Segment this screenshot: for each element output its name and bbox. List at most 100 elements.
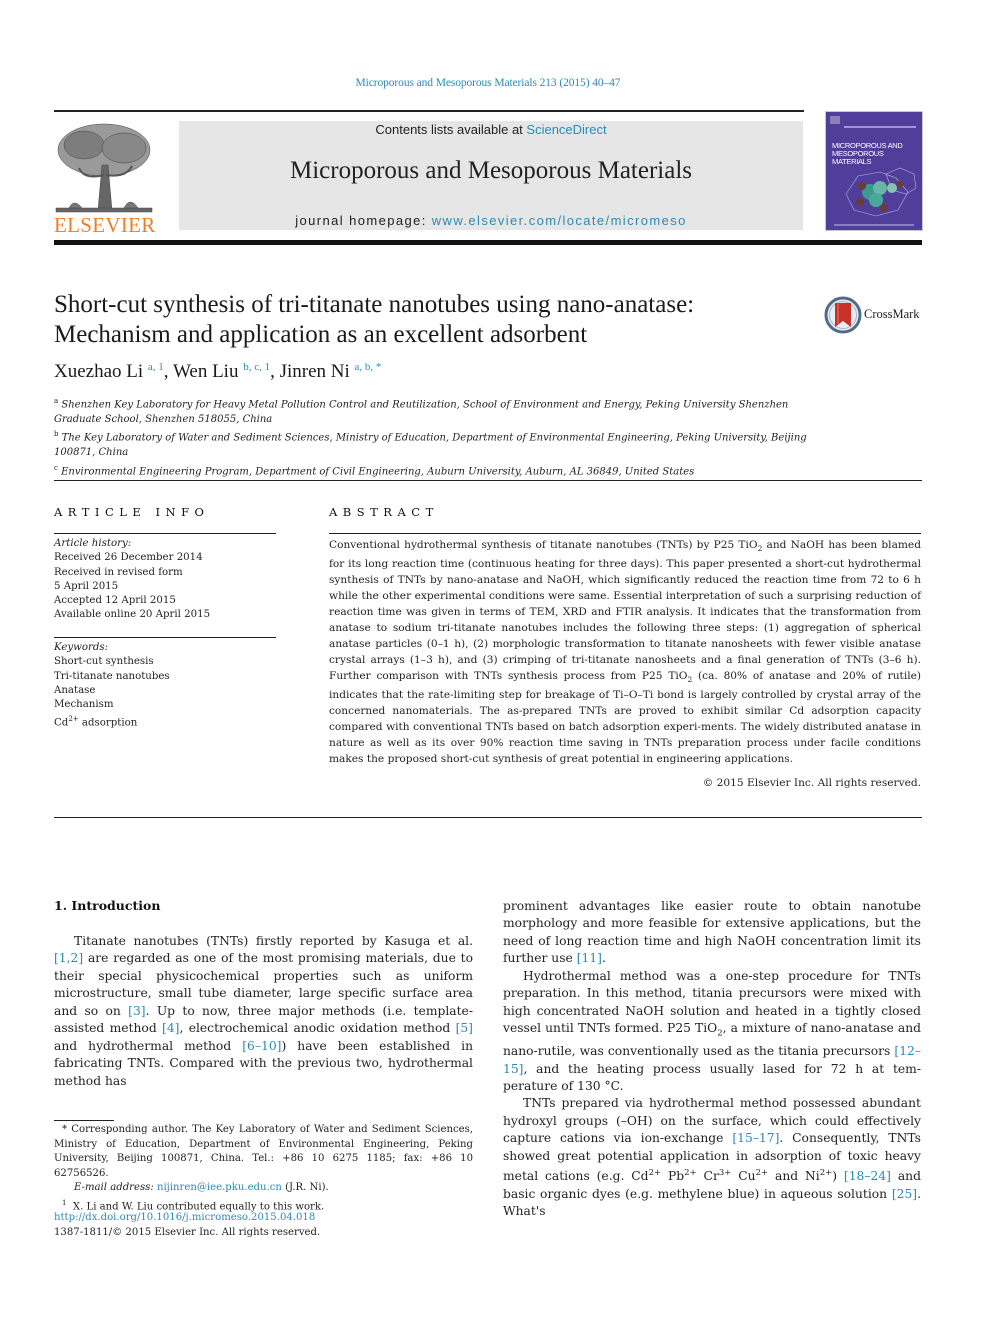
article-info-divider <box>54 533 276 534</box>
article-title-line2: Mechanism and application as an excellen… <box>54 321 588 348</box>
text: and hydrothermal method <box>54 1038 243 1053</box>
text: . <box>601 951 606 966</box>
citation-link[interactable]: [1,2] <box>54 951 83 965</box>
author-name[interactable]: Xuezhao Li <box>54 361 143 382</box>
corresponding-author-note: * Corresponding author. The Key Laborato… <box>54 1123 473 1181</box>
keyword-rest: adsorption <box>78 717 138 729</box>
email-label: E-mail address: <box>74 1182 157 1194</box>
citation-link[interactable]: [25] <box>892 1187 917 1201</box>
citation-link[interactable]: [5] <box>456 1021 473 1035</box>
affiliation-text: Shenzhen Key Laboratory for Heavy Metal … <box>54 399 789 425</box>
email-note: E-mail address: nijinren@iee.pku.edu.cn … <box>54 1181 473 1196</box>
email-link[interactable]: nijinren@iee.pku.edu.cn <box>157 1182 282 1193</box>
abstract-heading: ABSTRACT <box>329 505 439 519</box>
article-title-line1: Short-cut synthesis of tri-titanate nano… <box>54 291 695 318</box>
superscript: 2+ <box>684 1168 697 1179</box>
keyword-superscript: 2+ <box>68 715 79 724</box>
footnote-mark: 1 <box>62 1198 67 1207</box>
body-column-left: Titanate nanotubes (TNTs) firstly report… <box>54 933 473 1090</box>
contents-line: Contents lists available at ScienceDirec… <box>179 122 803 137</box>
citation-link[interactable]: [15–17] <box>732 1131 779 1145</box>
paragraph: prominent advantages like easier route t… <box>503 898 921 968</box>
homepage-prefix: journal homepage: <box>295 213 432 228</box>
cover-title: MICROPOROUS AND MESOPOROUS MATERIALS <box>832 142 918 166</box>
cover-footer-bar <box>834 224 914 226</box>
sciencedirect-link[interactable]: ScienceDirect <box>526 122 606 137</box>
author-name[interactable]: Jinren Ni <box>280 361 350 382</box>
header-rule <box>54 110 804 112</box>
author-list: Xuezhao Li a, 1, Wen Liu b, c, 1, Jinren… <box>54 361 381 383</box>
author-affiliation-marks[interactable]: b, c, 1 <box>243 361 270 373</box>
citation-link[interactable]: [18–24] <box>844 1169 891 1183</box>
journal-cover-image[interactable]: MICROPOROUS AND MESOPOROUS MATERIALS <box>826 112 922 230</box>
abstract-end-divider <box>54 817 922 818</box>
author-affiliation-marks[interactable]: a, 1 <box>148 361 164 373</box>
journal-homepage-link[interactable]: www.elsevier.com/locate/micromeso <box>432 213 687 228</box>
keyword: Tri-titanate nanotubes <box>54 670 170 682</box>
history-item: Available online 20 April 2015 <box>54 609 211 621</box>
author-separator: , <box>163 361 173 382</box>
text: Titanate nanotubes (TNTs) firstly report… <box>74 934 473 948</box>
text: ) <box>832 1169 844 1184</box>
text: Pb <box>661 1169 685 1184</box>
journal-title: Microporous and Mesoporous Materials <box>289 157 692 184</box>
author-separator: , <box>270 361 280 382</box>
citation-link[interactable]: [4] <box>162 1021 179 1035</box>
footnote-divider <box>54 1120 114 1121</box>
superscript: 2+ <box>648 1168 662 1179</box>
cover-molecule-icon <box>845 167 917 217</box>
body-column-right: prominent advantages like easier route t… <box>503 898 921 1221</box>
text: Cr <box>696 1169 719 1184</box>
abstract-part: (ca. 80% of anatase and 20% of rutile) i… <box>329 669 921 765</box>
keyword: Short-cut synthesis <box>54 656 154 668</box>
citation-link[interactable]: [6–10] <box>242 1039 281 1053</box>
journal-reference[interactable]: Microporous and Mesoporous Materials 213… <box>0 77 976 89</box>
journal-masthead: Contents lists available at ScienceDirec… <box>179 121 803 230</box>
history-label: Article history: <box>54 538 132 549</box>
author-affiliation-marks[interactable]: a, b, * <box>355 361 382 373</box>
abstract-part: and NaOH has been blamed for its long re… <box>329 539 921 682</box>
text: and Ni <box>768 1169 820 1184</box>
affiliation: b The Key Laboratory of Water and Sedime… <box>54 427 814 460</box>
text: , and the heating process usually lased … <box>503 1061 921 1093</box>
contents-prefix: Contents lists available at <box>375 122 527 137</box>
author-name[interactable]: Wen Liu <box>173 361 238 382</box>
issn-copyright: 1387-1811/© 2015 Elsevier Inc. All right… <box>54 1226 321 1238</box>
text: , electrochemical anodic oxidation metho… <box>179 1021 456 1036</box>
footnotes: * Corresponding author. The Key Laborato… <box>54 1123 473 1215</box>
affiliation-mark: c <box>54 463 58 472</box>
citation-link[interactable]: [3] <box>128 1004 145 1018</box>
cover-subtitle-bar <box>844 126 916 128</box>
introduction-heading: 1. Introduction <box>54 898 161 913</box>
crossmark-button[interactable]: CrossMark <box>824 296 924 336</box>
abstract-divider <box>329 533 921 534</box>
copyright-notice: © 2015 Elsevier Inc. All rights reserved… <box>702 777 921 789</box>
citation-link[interactable]: [11] <box>577 951 602 965</box>
elsevier-wordmark: ELSEVIER <box>54 213 156 237</box>
article-info-heading: ARTICLE INFO <box>54 505 210 519</box>
footnote-text: * Corresponding author. The Key Laborato… <box>54 1124 473 1179</box>
affiliation: a Shenzhen Key Laboratory for Heavy Meta… <box>54 394 814 427</box>
paragraph: Hydrothermal method was a one-step proce… <box>503 968 921 1096</box>
abstract-part: Conventional hydrothermal synthesis of t… <box>329 539 758 551</box>
header-thick-rule <box>54 240 922 245</box>
paragraph: TNTs prepared via hydrothermal method po… <box>503 1095 921 1220</box>
affiliation: c Environmental Engineering Program, Dep… <box>54 461 814 480</box>
history-item: Received 26 December 2014 <box>54 552 203 564</box>
superscript: 2+ <box>819 1168 833 1179</box>
keyword-base: Cd <box>54 717 69 729</box>
keyword: Mechanism <box>54 699 114 711</box>
affiliation-mark: b <box>54 430 59 439</box>
affiliation-mark: a <box>54 397 59 405</box>
doi-link[interactable]: http://dx.doi.org/10.1016/j.micromeso.20… <box>54 1212 315 1223</box>
doi-block: http://dx.doi.org/10.1016/j.micromeso.20… <box>54 1211 320 1240</box>
affiliations-divider <box>54 480 922 481</box>
superscript: 2+ <box>755 1168 769 1179</box>
keywords-divider <box>54 637 276 638</box>
affiliations: a Shenzhen Key Laboratory for Heavy Meta… <box>54 394 814 479</box>
text: Cu <box>731 1169 756 1184</box>
history-item: Accepted 12 April 2015 <box>54 595 176 607</box>
keyword: Anatase <box>54 684 96 696</box>
article-history: Article history: Received 26 December 20… <box>54 537 276 623</box>
keywords: Keywords: Short-cut synthesis Tri-titana… <box>54 641 276 731</box>
